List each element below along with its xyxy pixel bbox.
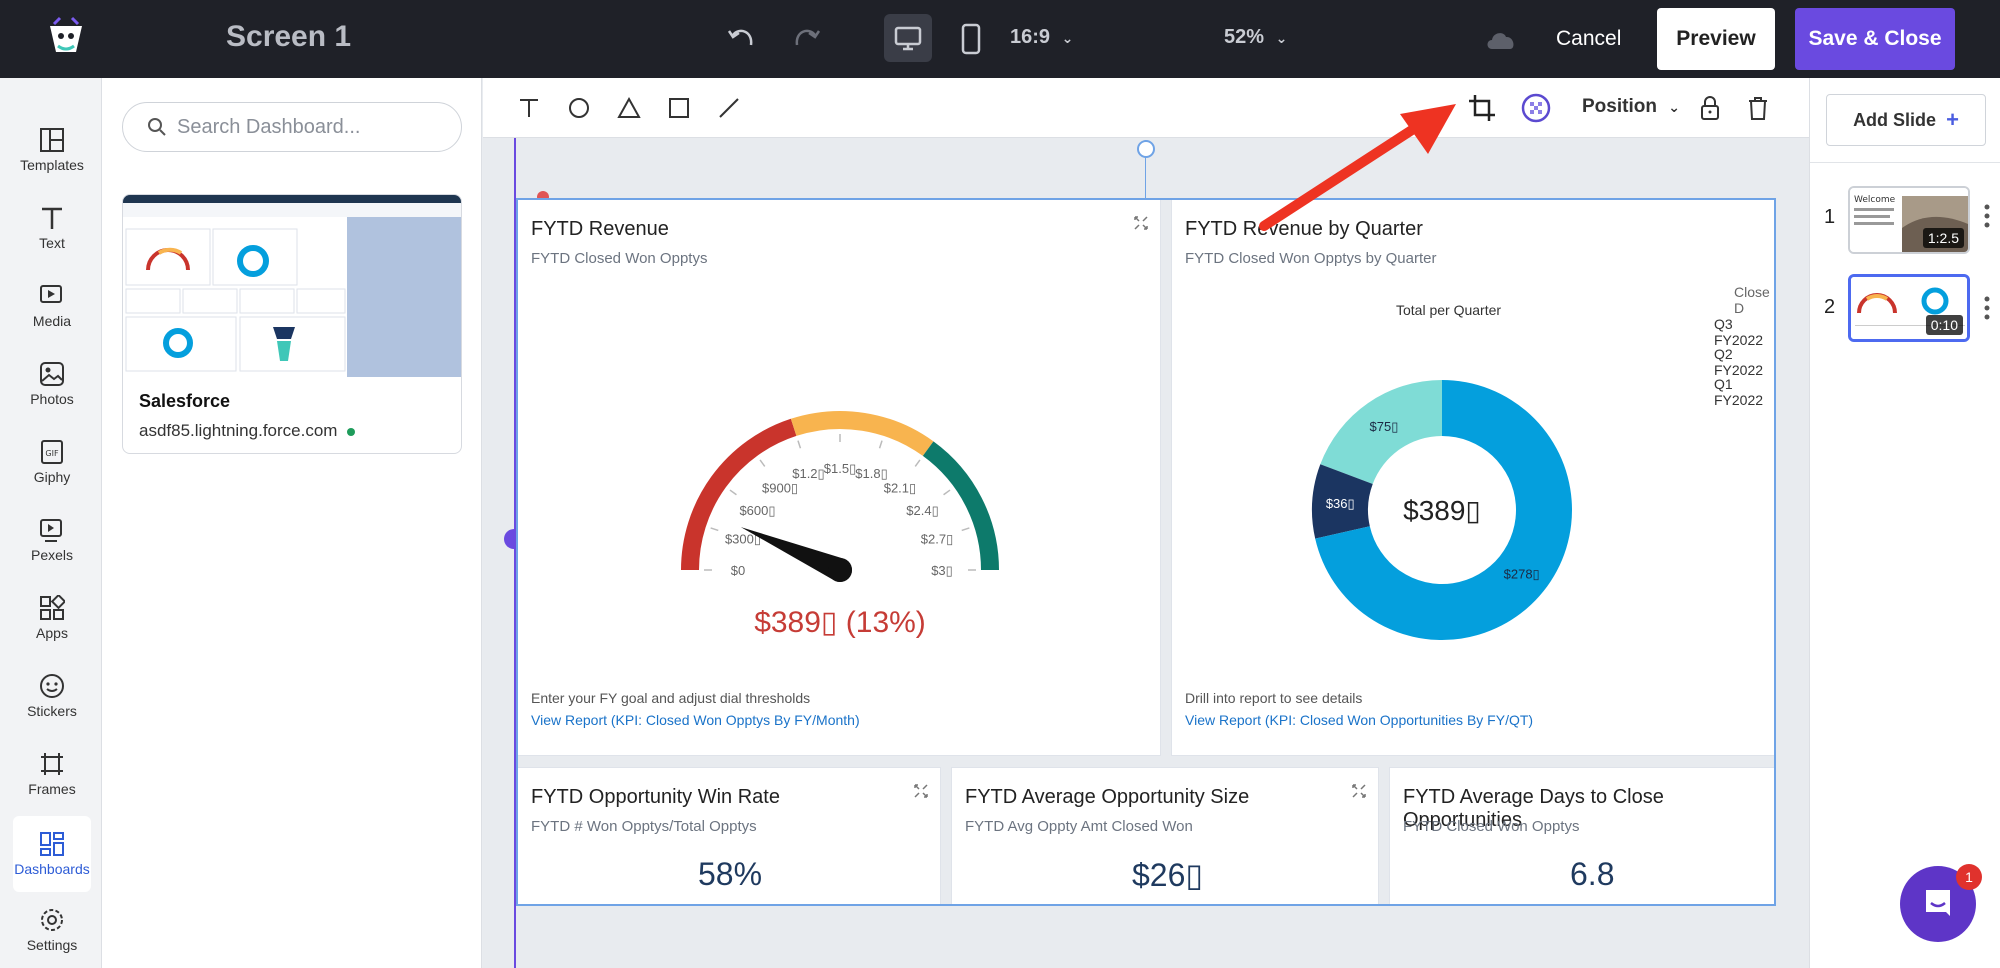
desktop-view-icon[interactable] — [884, 14, 932, 62]
app-logo-icon[interactable] — [44, 16, 88, 60]
rail-item-pexels[interactable]: Pexels — [13, 502, 91, 578]
pexels-icon — [40, 519, 62, 542]
rail-label: Dashboards — [14, 861, 90, 877]
slide-menu-icon[interactable] — [1984, 296, 1990, 325]
search-placeholder: Search Dashboard... — [177, 115, 361, 138]
search-icon — [148, 118, 166, 136]
position-label: Position — [1582, 96, 1657, 117]
chevron-down-icon: ⌄ — [1275, 30, 1288, 46]
transparency-icon[interactable] — [1520, 92, 1552, 124]
cloud-saved-icon — [1480, 18, 1522, 60]
slide-number: 1 — [1824, 206, 1836, 228]
photos-icon — [40, 362, 64, 386]
rail-label: Photos — [30, 391, 74, 407]
rail-item-apps[interactable]: Apps — [13, 580, 91, 656]
slide-duration: 0:10 — [1925, 315, 1963, 335]
trash-icon[interactable] — [1742, 92, 1774, 124]
rail-label: Giphy — [33, 469, 71, 485]
rail-label: Pexels — [30, 547, 74, 563]
zoom-dropdown[interactable]: 52% ⌄ — [1224, 26, 1287, 49]
dashboard-panel: Search Dashboard... Salesforce asdf85.li… — [102, 78, 482, 968]
rail-item-giphy[interactable]: GIF Giphy — [13, 424, 91, 500]
rail-label: Settings — [26, 937, 78, 953]
rail-item-frames[interactable]: Frames — [13, 736, 91, 812]
undo-icon[interactable] — [720, 18, 762, 60]
aspect-ratio-value: 16:9 — [1010, 26, 1051, 48]
rail-item-stickers[interactable]: Stickers — [13, 658, 91, 734]
redo-icon[interactable] — [786, 18, 828, 60]
svg-text:Welcome: Welcome — [1854, 195, 1896, 205]
left-tool-rail: Templates Text Media Photos GIF Giphy Pe… — [0, 78, 102, 968]
rail-label: Frames — [28, 781, 76, 797]
rail-label: Text — [39, 235, 65, 251]
mobile-view-icon[interactable] — [950, 18, 992, 60]
stickers-icon — [40, 674, 64, 698]
top-bar: Screen 1 16:9 ⌄ 52% ⌄ Cancel Preview Sav… — [0, 0, 2000, 78]
rail-label: Media — [32, 313, 72, 329]
slides-panel: Add Slide + 1 Welcome 1:2.5 2 0:10 — [1809, 78, 2000, 968]
rectangle-tool-icon[interactable] — [663, 92, 695, 124]
slide-number: 2 — [1824, 296, 1836, 318]
chevron-down-icon: ⌄ — [1061, 30, 1074, 46]
save-close-button[interactable]: Save & Close — [1795, 8, 1955, 70]
slide-thumbnail-2[interactable]: 0:10 — [1848, 274, 1970, 342]
rail-label: Stickers — [27, 703, 77, 719]
rail-item-text[interactable]: Text — [13, 190, 91, 266]
cancel-button[interactable]: Cancel — [1540, 14, 1637, 64]
annotation-arrow — [1259, 104, 1456, 231]
dashboard-thumbnail — [123, 195, 461, 377]
search-dashboard-input[interactable]: Search Dashboard... — [122, 102, 462, 152]
rail-item-settings[interactable]: Settings — [13, 892, 91, 968]
svg-text:GIF: GIF — [45, 449, 59, 458]
text-tool-icon[interactable] — [513, 92, 545, 124]
rail-item-media[interactable]: Media — [13, 268, 91, 344]
dashboard-card-name: Salesforce — [139, 391, 231, 411]
divider — [1810, 162, 2000, 163]
circle-tool-icon[interactable] — [563, 92, 595, 124]
dashboards-icon — [40, 832, 64, 856]
aspect-ratio-dropdown[interactable]: 16:9 ⌄ — [1010, 26, 1073, 49]
slide-thumbnail-1[interactable]: Welcome 1:2.5 — [1848, 186, 1970, 254]
slide-menu-icon[interactable] — [1984, 204, 1990, 233]
rail-item-photos[interactable]: Photos — [13, 346, 91, 422]
rotate-handle[interactable] — [1137, 140, 1155, 158]
line-tool-icon[interactable] — [713, 92, 745, 124]
preview-button[interactable]: Preview — [1657, 8, 1775, 70]
slide-duration: 1:2.5 — [1922, 228, 1964, 248]
dashboard-card-salesforce[interactable]: Salesforce asdf85.lightning.force.com — [122, 194, 462, 454]
triangle-tool-icon[interactable] — [613, 92, 645, 124]
rail-label: Templates — [20, 157, 84, 173]
gif-icon: GIF — [41, 440, 63, 464]
media-icon — [40, 285, 62, 303]
zoom-value: 52% — [1224, 26, 1265, 48]
settings-icon — [41, 909, 63, 931]
rail-item-templates[interactable]: Templates — [13, 112, 91, 188]
apps-icon — [40, 595, 65, 620]
plus-icon: + — [1946, 107, 1959, 132]
notification-badge: 1 — [1956, 864, 1982, 890]
lock-icon[interactable] — [1694, 92, 1726, 124]
dashboard-card-url: asdf85.lightning.force.com — [139, 421, 356, 441]
selection-box — [516, 198, 1776, 906]
dashboard-url-text: asdf85.lightning.force.com — [139, 421, 338, 440]
rail-label: Apps — [36, 625, 68, 641]
position-dropdown[interactable]: Position ⌄ — [1582, 96, 1680, 118]
screen-title[interactable]: Screen 1 — [226, 20, 351, 54]
connected-status-dot — [347, 427, 356, 436]
rail-item-dashboards[interactable]: Dashboards — [13, 816, 91, 892]
chat-icon — [1926, 890, 1950, 916]
add-slide-label: Add Slide — [1853, 109, 1937, 130]
add-slide-button[interactable]: Add Slide + — [1826, 94, 1986, 146]
templates-icon — [40, 128, 64, 152]
text-icon — [42, 207, 62, 229]
frames-icon — [41, 753, 63, 775]
chevron-down-icon: ⌄ — [1668, 99, 1680, 115]
